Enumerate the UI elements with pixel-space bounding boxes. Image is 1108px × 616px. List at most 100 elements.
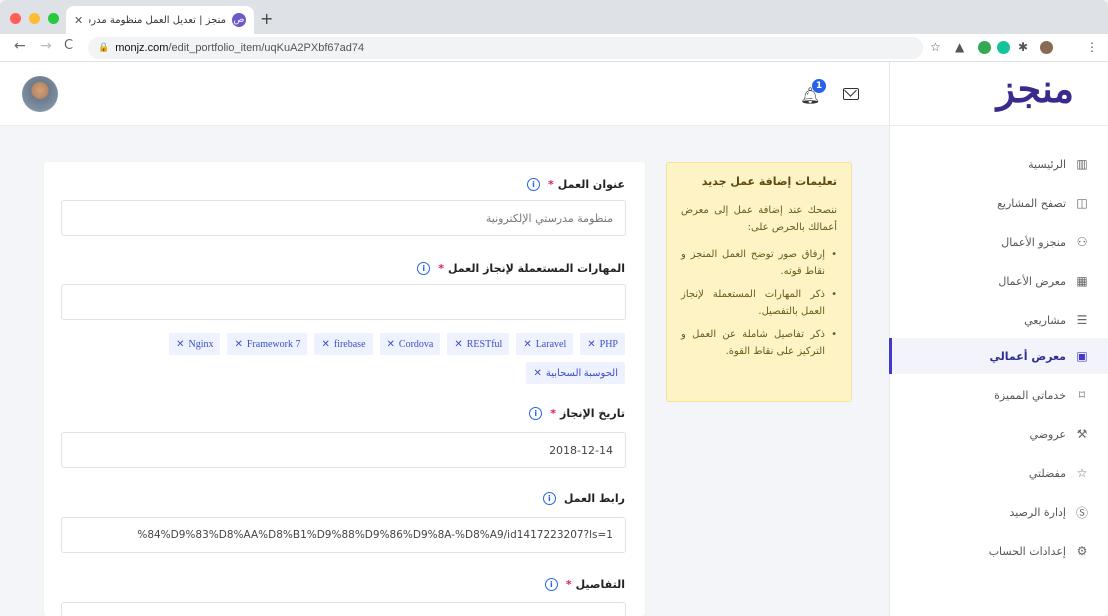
sidebar-item-label: منجزو الأعمال [1001,235,1066,249]
sidebar-item-label: تصفح المشاريع [997,196,1066,210]
bookmark-icon: ⌑ [1078,388,1086,402]
list-icon: ☰ [1076,313,1088,327]
chart-icon: ▥ [1076,157,1088,171]
gallery-icon: ▣ [1076,349,1088,363]
skill-tag[interactable]: PHP ✕ [580,333,625,355]
link-label-text: رابط العمل [563,492,625,505]
sidebar-item-home[interactable]: ▥ الرئيسية [889,146,1108,182]
reload-icon[interactable]: C [64,38,73,53]
monjz-logo[interactable]: منجز [997,66,1074,111]
remove-tag-icon[interactable]: ✕ [321,339,329,350]
tips-title: تعليمات إضافة عمل جديد [701,175,837,188]
puzzle-extensions-icon[interactable]: ✱ [1018,40,1028,54]
skills-input[interactable] [61,284,626,320]
remove-tag-icon[interactable]: ✕ [176,339,184,350]
back-icon[interactable]: ← [14,38,26,54]
sidebar: ▥ الرئيسية ◫ تصفح المشاريع ⚇ منجزو الأعمال … [889,126,1108,616]
sidebar-item-label: الرئيسية [1028,157,1066,171]
grammarly-extension-icon[interactable] [997,41,1010,54]
sidebar-item-balance[interactable]: Ⓢ إدارة الرصيد [889,494,1108,530]
title-input[interactable]: منظومة مدرستي الإلكترونية [61,200,626,236]
sidebar-item-favorites[interactable]: ☆ مفضلتي [889,455,1108,491]
skill-tag[interactable]: RESTful ✕ [447,333,510,355]
url-domain: monjz.com [115,42,169,54]
header-divider [889,62,890,126]
sidebar-item-account-settings[interactable]: ⚙ إعدادات الحساب [889,533,1108,569]
extension-green-icon[interactable] [978,41,991,54]
close-window-button[interactable] [10,13,21,24]
skills-label: المهارات المستعملة لإنجاز العمل * i [417,262,625,275]
profile-avatar-icon[interactable] [1040,41,1053,54]
close-tab-icon[interactable]: ✕ [74,14,83,27]
browser-window: ✕ منجز | تعديل العمل منظومة مدرستي... ص … [0,0,1108,616]
skill-tag-label: الحوسبة السحابية [545,367,618,379]
tab-title: منجز | تعديل العمل منظومة مدرستي... [89,14,226,26]
skill-tag-label: Cordova [398,338,434,350]
info-icon[interactable]: i [544,578,558,591]
details-label: التفاصيل * i [544,578,625,591]
skill-tag[interactable]: Framework 7 ✕ [227,333,308,355]
maximize-window-button[interactable] [48,13,59,24]
required-mark: * [548,178,554,191]
date-input[interactable]: 2018-12-14 [61,432,626,468]
mail-icon[interactable] [843,88,859,100]
details-input[interactable] [61,602,626,616]
drive-extension-icon[interactable]: ▲ [955,40,964,54]
skills-tags: PHP ✕ Laravel ✕ RESTful ✕ Cordova ✕ firebase… [105,333,625,384]
sidebar-item-label: مفضلتي [1028,466,1066,480]
minimize-window-button[interactable] [29,13,40,24]
remove-tag-icon[interactable]: ✕ [533,368,541,379]
tips-intro: ننصحك عند إضافة عمل إلى معرض أعمالك بالح… [681,205,837,233]
sidebar-item-featured-services[interactable]: ⌑ خدماتي المميزة [889,377,1108,413]
briefcase-icon: ◫ [1076,196,1088,210]
sidebar-item-my-offers[interactable]: ⚒ عروضي [889,416,1108,452]
remove-tag-icon[interactable]: ✕ [387,339,395,350]
skill-tag-label: Framework 7 [246,338,301,350]
skills-label-text: المهارات المستعملة لإنجاز العمل [447,262,625,275]
skill-tag-label: PHP [599,338,618,350]
skill-tag[interactable]: Cordova ✕ [379,333,441,355]
tips-card: تعليمات إضافة عمل جديد ننصحك عند إضافة ع… [666,162,852,402]
form-card: عنوان العمل * i منظومة مدرستي الإلكتروني… [44,162,645,616]
skill-tag[interactable]: الحوسبة السحابية ✕ [526,362,625,384]
skill-tag-label: Nginx [188,338,214,350]
browser-tab[interactable]: ✕ منجز | تعديل العمل منظومة مدرستي... ص [66,6,254,34]
info-icon[interactable]: i [529,407,543,420]
url-text: monjz.com/edit_portfolio_item/uqKuA2PXbf… [115,42,364,54]
app-header: منجز 🔔︎ 1 [0,62,1108,126]
favicon-icon: ص [232,13,246,27]
link-label: رابط العمل i [542,492,625,505]
skill-tag[interactable]: firebase ✕ [314,333,373,355]
info-icon[interactable]: i [527,178,541,191]
grid-icon: ▦ [1076,274,1088,288]
required-mark: * [550,407,557,420]
menu-dots-icon[interactable]: ⋮ [1086,40,1098,54]
address-bar[interactable]: 🔒 monjz.com/edit_portfolio_item/uqKuA2PX… [88,37,923,59]
skill-tag[interactable]: Laravel ✕ [516,333,574,355]
sidebar-item-my-projects[interactable]: ☰ مشاريعي [889,302,1108,338]
browser-toolbar: ← → C 🔒 monjz.com/edit_portfolio_item/uq… [0,34,1108,62]
sidebar-item-freelancers[interactable]: ⚇ منجزو الأعمال [889,224,1108,260]
gavel-icon: ⚒ [1076,427,1088,441]
gear-icon: ⚙ [1076,544,1088,558]
info-icon[interactable]: i [542,492,556,505]
skill-tag[interactable]: Nginx ✕ [169,333,221,355]
bookmark-star-icon[interactable]: ☆ [930,40,941,54]
remove-tag-icon[interactable]: ✕ [587,339,595,350]
new-tab-button[interactable]: + [260,9,273,28]
details-label-text: التفاصيل [575,578,625,591]
sidebar-item-browse-projects[interactable]: ◫ تصفح المشاريع [889,185,1108,221]
sidebar-item-label: مشاريعي [1024,313,1066,327]
sidebar-item-label: عروضي [1029,427,1066,441]
remove-tag-icon[interactable]: ✕ [523,339,531,350]
forward-icon[interactable]: → [40,38,52,54]
sidebar-item-works-gallery[interactable]: ▦ معرض الأعمال [889,263,1108,299]
user-avatar[interactable] [22,76,58,112]
info-icon[interactable]: i [417,262,431,275]
remove-tag-icon[interactable]: ✕ [454,339,462,350]
sidebar-item-label: إعدادات الحساب [988,544,1066,558]
sidebar-item-my-portfolio[interactable]: ▣ معرض أعمالي [889,338,1108,374]
url-path: /edit_portfolio_item/uqKuA2PXbf67ad74 [168,42,365,54]
link-input[interactable]: %84%D9%83%D8%AA%D8%B1%D9%88%D9%86%D9%8A-… [61,517,626,553]
remove-tag-icon[interactable]: ✕ [234,339,242,350]
